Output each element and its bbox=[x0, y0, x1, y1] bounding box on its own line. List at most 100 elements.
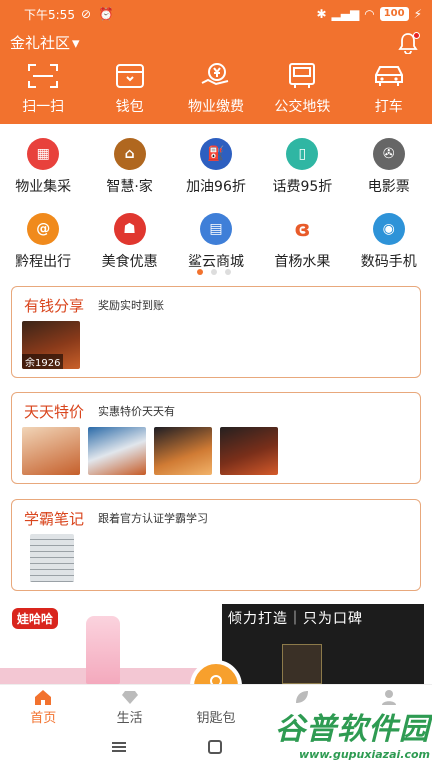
product-thumbnail[interactable] bbox=[220, 427, 278, 475]
service-label: 加油96折 bbox=[186, 179, 246, 195]
service-item[interactable]: @ 黔程出行 bbox=[0, 209, 86, 284]
film-icon: ✇ bbox=[372, 138, 405, 170]
watermark-title: 谷普软件园 bbox=[275, 712, 430, 747]
taxi-button[interactable]: 打车 bbox=[346, 62, 432, 116]
gas-icon: ⛽ bbox=[199, 138, 232, 170]
service-item[interactable]: ✇ 电影票 bbox=[346, 134, 432, 209]
property-fee-label: 物业缴费 bbox=[187, 99, 244, 115]
service-item[interactable]: ɞ 首杨水果 bbox=[259, 209, 345, 284]
service-item[interactable]: ⛽ 加油96折 bbox=[173, 134, 259, 209]
home-icon: ⌂ bbox=[113, 138, 146, 170]
leaf-icon bbox=[296, 691, 309, 703]
card-subtitle: 奖励实时到账 bbox=[98, 299, 164, 312]
money-share-card[interactable]: 有钱分享 奖励实时到账 余1926 bbox=[11, 286, 421, 378]
travel-icon: @ bbox=[27, 213, 60, 245]
bluetooth-icon: ✱ bbox=[316, 7, 327, 21]
community-selector[interactable]: 金礼社区 ▾ bbox=[10, 32, 80, 53]
yen-hand-icon bbox=[201, 63, 229, 86]
wallet-icon bbox=[115, 64, 144, 88]
service-item[interactable]: ☗ 美食优惠 bbox=[86, 209, 172, 284]
food-icon: ☗ bbox=[113, 213, 146, 245]
service-item[interactable]: ▯ 话费95折 bbox=[259, 134, 345, 209]
service-label: 鲨云商城 bbox=[187, 254, 244, 270]
service-label: 美食优惠 bbox=[101, 254, 158, 270]
bottle-image bbox=[86, 616, 120, 684]
status-right: ✱ ▂▄▆ ◠ 100 ⚡ bbox=[316, 7, 422, 21]
scan-label: 扫一扫 bbox=[22, 99, 65, 115]
product-thumbnail[interactable]: 余1926 bbox=[22, 321, 80, 369]
tab-label: 首页 bbox=[30, 711, 57, 726]
service-label: 首杨水果 bbox=[274, 254, 331, 270]
card-title: 有钱分享 bbox=[24, 297, 85, 315]
service-label: 数码手机 bbox=[360, 254, 417, 270]
tab-life[interactable]: 生活 bbox=[86, 685, 172, 726]
wifi-icon: ◠ bbox=[364, 7, 375, 21]
quick-actions: 扫一扫 钱包 物业缴费 公交地铁 打车 bbox=[0, 62, 432, 116]
scan-icon bbox=[28, 64, 59, 88]
tab-label: 生活 bbox=[116, 711, 143, 726]
status-bar: 下午5:55 ⊘ ⏰ ✱ ▂▄▆ ◠ 100 ⚡ bbox=[0, 0, 432, 28]
wahaha-ad[interactable]: 娃哈哈 bbox=[0, 604, 222, 684]
transit-label: 公交地铁 bbox=[274, 99, 331, 115]
wallet-label: 钱包 bbox=[115, 99, 144, 115]
service-label: 物业集采 bbox=[15, 179, 72, 195]
taxi-label: 打车 bbox=[374, 99, 403, 115]
wallet-button[interactable]: 钱包 bbox=[86, 62, 172, 116]
card-title: 学霸笔记 bbox=[24, 510, 85, 528]
service-item[interactable]: ▦ 物业集采 bbox=[0, 134, 86, 209]
scan-button[interactable]: 扫一扫 bbox=[0, 62, 86, 116]
product-thumbnail[interactable] bbox=[154, 427, 212, 475]
brand-logo: 娃哈哈 bbox=[12, 608, 59, 629]
watermark-url: www.gupuxiazai.com bbox=[299, 748, 430, 761]
camera-icon: ◉ bbox=[372, 213, 405, 245]
tab-home[interactable]: 首页 bbox=[0, 685, 86, 726]
fruit-icon: ɞ bbox=[286, 213, 319, 245]
study-notes-card[interactable]: 学霸笔记 跟着官方认证学霸学习 bbox=[11, 499, 421, 591]
menu-icon[interactable] bbox=[112, 742, 126, 752]
battery-icon: 100 bbox=[379, 7, 409, 21]
phone-icon: ▯ bbox=[286, 138, 319, 170]
chevron-down-icon: ▾ bbox=[72, 33, 80, 52]
home-icon bbox=[35, 690, 52, 705]
tab-spacer bbox=[173, 689, 259, 707]
ad-slogan: 倾力打造｜只为口碑 bbox=[228, 611, 363, 627]
stock-badge: 余1926 bbox=[22, 354, 64, 369]
home-nav-icon[interactable] bbox=[208, 740, 222, 754]
service-item[interactable]: ◉ 数码手机 bbox=[346, 209, 432, 284]
tab-label: 钥匙包 bbox=[196, 711, 236, 726]
diamond-icon bbox=[121, 691, 138, 704]
daily-deals-card[interactable]: 天天特价 实惠特价天天有 bbox=[11, 392, 421, 484]
bell-icon[interactable] bbox=[398, 32, 420, 55]
transit-button[interactable]: 公交地铁 bbox=[259, 62, 345, 116]
service-label: 黔程出行 bbox=[15, 254, 72, 270]
status-time: 下午5:55 bbox=[24, 7, 75, 22]
signal-icon: ▂▄▆ bbox=[331, 7, 360, 21]
service-label: 电影票 bbox=[367, 179, 410, 195]
service-label: 话费95折 bbox=[272, 179, 333, 195]
grid-icon: ▦ bbox=[27, 138, 60, 170]
notes-thumbnail[interactable] bbox=[30, 534, 74, 582]
notification-dot bbox=[413, 32, 420, 39]
liquor-ad[interactable]: 倾力打造｜只为口碑 bbox=[222, 604, 424, 684]
user-icon bbox=[381, 690, 396, 705]
service-grid: ▦ 物业集采 ⌂ 智慧·家 ⛽ 加油96折 ▯ 话费95折 ✇ 电影票 @ 黔程出行 ☗ 美食… bbox=[0, 134, 432, 284]
shop-icon: ▤ bbox=[199, 213, 232, 245]
property-fee-button[interactable]: 物业缴费 bbox=[173, 62, 259, 116]
product-box-image bbox=[282, 644, 322, 684]
header: 金礼社区 ▾ 扫一扫 钱包 物业缴费 公交地铁 打车 bbox=[0, 28, 432, 124]
community-name: 金礼社区 bbox=[10, 34, 71, 52]
card-subtitle: 实惠特价天天有 bbox=[98, 405, 175, 418]
service-item[interactable]: ⌂ 智慧·家 bbox=[86, 134, 172, 209]
watermark: 谷普软件园 www.gupuxiazai.com bbox=[275, 704, 430, 761]
car-icon bbox=[374, 66, 403, 86]
card-title: 天天特价 bbox=[24, 403, 85, 421]
charging-icon: ⚡ bbox=[413, 7, 422, 21]
notification-icons: ⊘ ⏰ bbox=[80, 7, 116, 21]
product-thumbnail[interactable] bbox=[22, 427, 80, 475]
bus-icon bbox=[289, 63, 316, 88]
product-thumbnail[interactable] bbox=[88, 427, 146, 475]
card-subtitle: 跟着官方认证学霸学习 bbox=[98, 512, 208, 525]
service-label: 智慧·家 bbox=[106, 179, 153, 195]
page-indicator bbox=[197, 269, 231, 275]
tab-keys[interactable]: 钥匙包 bbox=[173, 685, 259, 726]
